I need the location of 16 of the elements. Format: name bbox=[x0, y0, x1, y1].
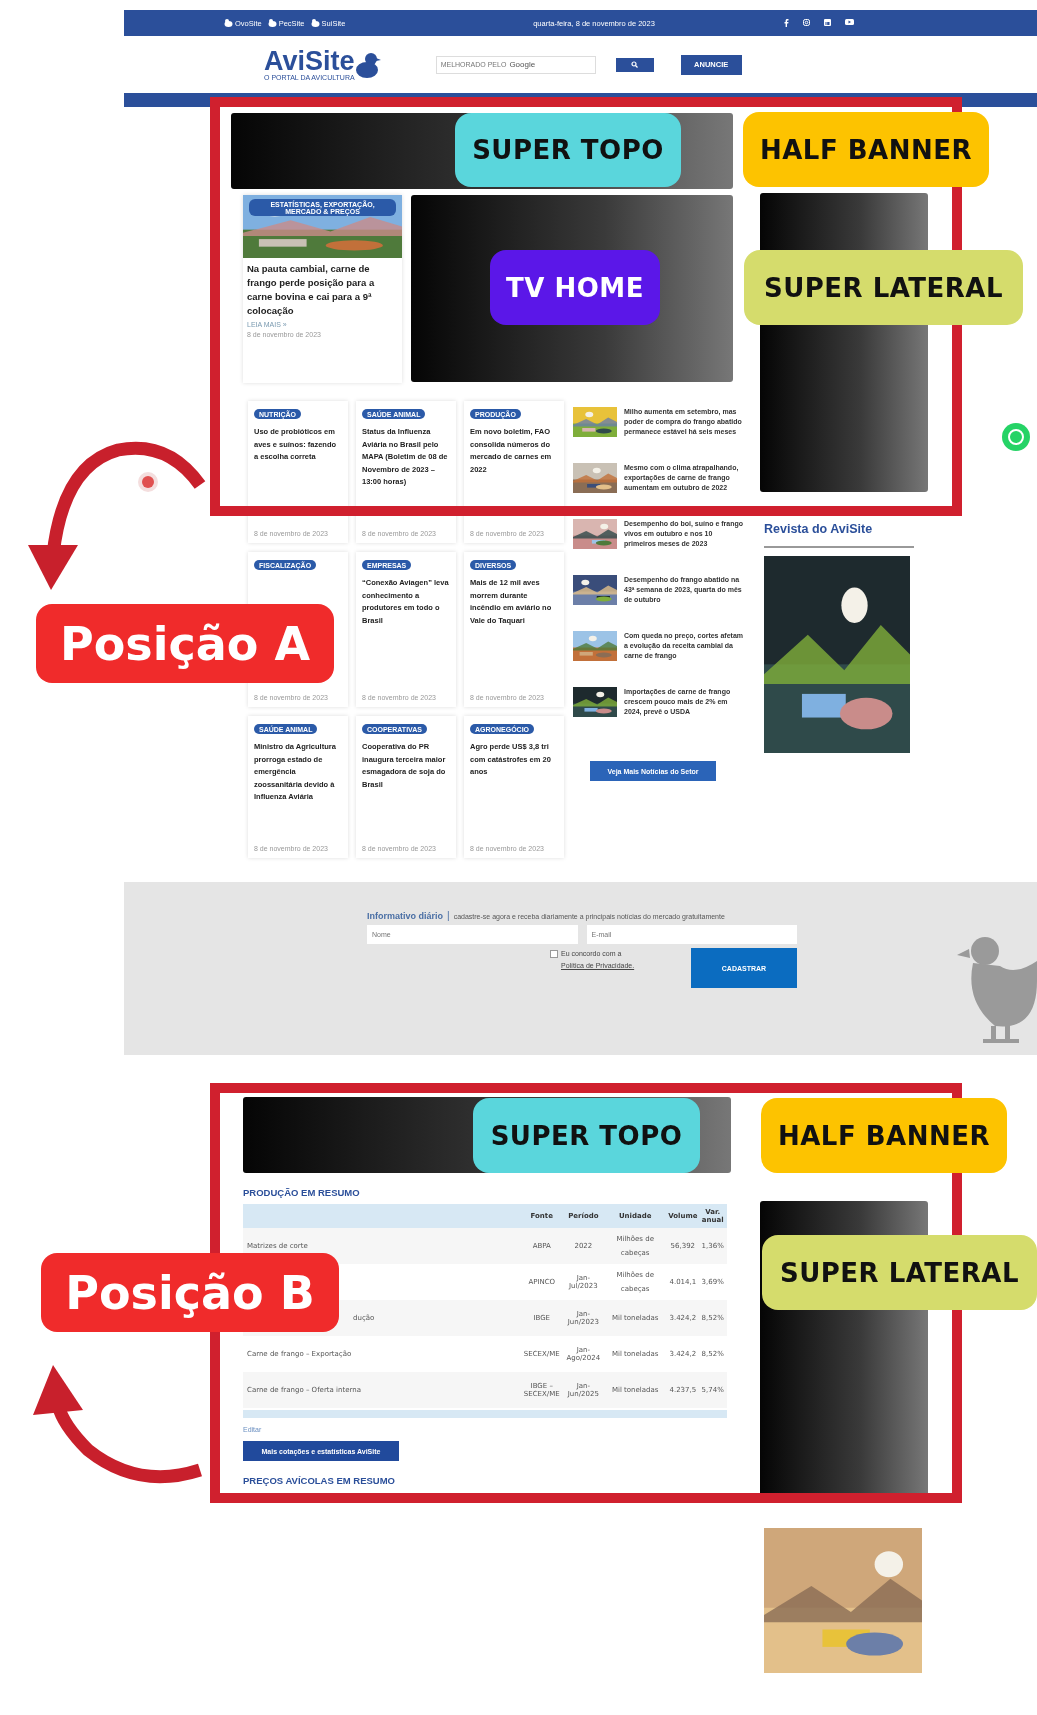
newsletter-title: Informativo diário bbox=[367, 911, 443, 921]
ad-slot-label: SUPER TOPO bbox=[473, 1098, 700, 1173]
position-label: Posição A bbox=[36, 604, 334, 683]
section-title: PRODUÇÃO EM RESUMO bbox=[243, 1187, 361, 1198]
site-logo[interactable]: AviSite bbox=[264, 48, 355, 74]
article-title[interactable]: Na pauta cambial, carne de frango perde posição para a carne bovina e cai para a 9ª colocação bbox=[247, 262, 398, 318]
ad-slot-label: HALF BANNER bbox=[743, 112, 989, 187]
ad-slot-label: SUPER TOPO bbox=[455, 113, 681, 187]
sidebar-heading: Revista do AviSite bbox=[763, 522, 874, 536]
ad-slot-label: HALF BANNER bbox=[761, 1098, 1007, 1173]
section-title: PREÇOS AVÍCOLAS EM RESUMO bbox=[243, 1475, 396, 1486]
position-label: Posição B bbox=[41, 1253, 339, 1332]
ad-slot-label: SUPER LATERAL bbox=[762, 1235, 1037, 1310]
ad-slot-label: SUPER LATERAL bbox=[744, 250, 1023, 325]
ad-slot-label: TV HOME bbox=[490, 250, 660, 325]
separator-text: | bbox=[447, 910, 450, 921]
